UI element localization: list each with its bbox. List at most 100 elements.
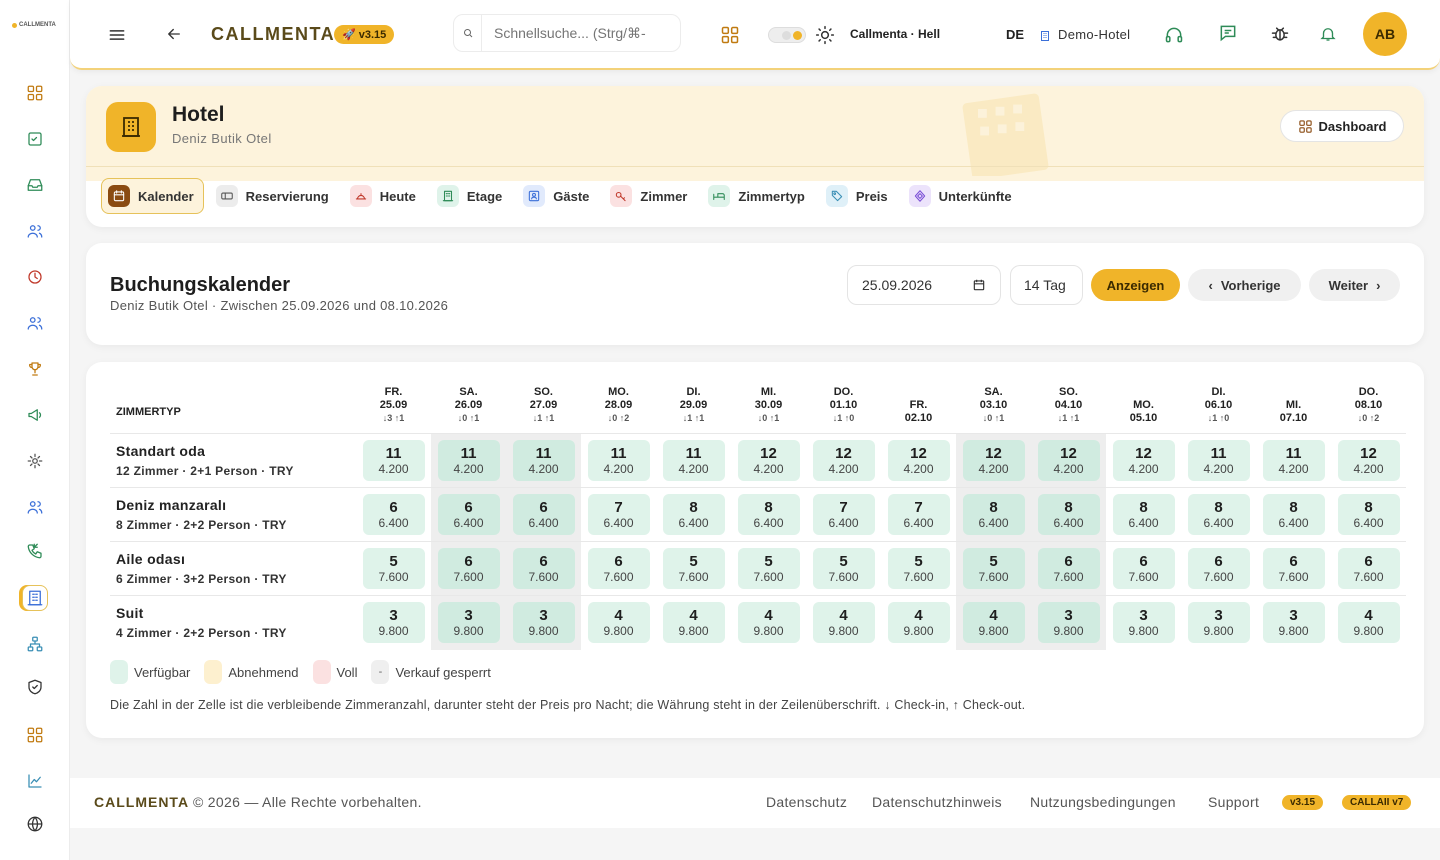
availability-cell[interactable]: 3 9.800 — [1181, 595, 1256, 650]
availability-box[interactable]: 7 6.400 — [812, 494, 875, 535]
availability-box[interactable]: 5 7.600 — [812, 548, 875, 589]
availability-box[interactable]: 12 4.200 — [887, 440, 950, 481]
availability-cell[interactable]: 11 4.200 — [431, 433, 506, 488]
tab-kalender[interactable]: Kalender — [101, 178, 204, 214]
availability-box[interactable]: 12 4.200 — [737, 440, 800, 481]
availability-cell[interactable]: 6 6.400 — [431, 487, 506, 542]
availability-cell[interactable]: 12 4.200 — [1106, 433, 1181, 488]
availability-box[interactable]: 8 6.400 — [962, 494, 1025, 535]
availability-box[interactable]: 3 9.800 — [1037, 602, 1100, 644]
availability-box[interactable]: 4 9.800 — [662, 602, 725, 644]
tab-unterkünfte[interactable]: Unterkünfte — [903, 178, 1021, 214]
footer-link-privacy[interactable]: Datenschutz — [766, 794, 847, 810]
availability-box[interactable]: 3 9.800 — [437, 602, 500, 644]
availability-box[interactable]: 11 4.200 — [512, 440, 575, 481]
availability-box[interactable]: 5 7.600 — [962, 548, 1025, 589]
availability-box[interactable]: 3 9.800 — [512, 602, 575, 644]
availability-box[interactable]: 11 4.200 — [662, 440, 725, 481]
availability-cell[interactable]: 8 6.400 — [956, 487, 1031, 542]
availability-box[interactable]: 6 7.600 — [512, 548, 575, 589]
availability-cell[interactable]: 3 9.800 — [431, 595, 506, 650]
sidebar-calls-icon[interactable] — [22, 538, 48, 564]
availability-box[interactable]: 4 9.800 — [812, 602, 875, 644]
back-arrow-icon[interactable] — [165, 25, 183, 48]
sidebar-hotel-icon[interactable] — [22, 585, 48, 611]
language-selector[interactable]: DE — [1006, 27, 1024, 42]
availability-box[interactable]: 6 6.400 — [512, 494, 575, 535]
availability-box[interactable]: 4 9.800 — [962, 602, 1025, 644]
availability-cell[interactable]: 6 7.600 — [1331, 541, 1406, 596]
availability-box[interactable]: 4 9.800 — [587, 602, 650, 644]
availability-box[interactable]: 3 9.800 — [1112, 602, 1175, 644]
availability-box[interactable]: 12 4.200 — [1112, 440, 1175, 481]
footer-link-privacy-notice[interactable]: Datenschutzhinweis — [872, 794, 1002, 810]
headset-icon[interactable] — [1164, 25, 1184, 50]
sidebar-apps-icon[interactable] — [22, 722, 48, 748]
availability-cell[interactable]: 5 7.600 — [356, 541, 431, 596]
bug-icon[interactable] — [1270, 24, 1290, 49]
availability-cell[interactable]: 6 7.600 — [1106, 541, 1181, 596]
sidebar-dashboard-icon[interactable] — [22, 80, 48, 106]
availability-cell[interactable]: 5 7.600 — [806, 541, 881, 596]
availability-cell[interactable]: 8 6.400 — [656, 487, 731, 542]
availability-box[interactable]: 8 6.400 — [1262, 494, 1325, 535]
availability-cell[interactable]: 11 4.200 — [1181, 433, 1256, 488]
availability-cell[interactable]: 6 7.600 — [1256, 541, 1331, 596]
availability-cell[interactable]: 4 9.800 — [956, 595, 1031, 650]
apps-grid-icon[interactable] — [720, 25, 740, 50]
availability-cell[interactable]: 3 9.800 — [1031, 595, 1106, 650]
availability-cell[interactable]: 11 4.200 — [581, 433, 656, 488]
sidebar-team-icon[interactable] — [22, 310, 48, 336]
availability-cell[interactable]: 8 6.400 — [1181, 487, 1256, 542]
user-avatar[interactable]: AB — [1363, 12, 1407, 56]
search-input[interactable] — [482, 25, 672, 41]
availability-cell[interactable]: 3 9.800 — [1256, 595, 1331, 650]
availability-box[interactable]: 3 9.800 — [1187, 602, 1250, 644]
availability-cell[interactable]: 8 6.400 — [731, 487, 806, 542]
availability-box[interactable]: 8 6.400 — [737, 494, 800, 535]
availability-cell[interactable]: 11 4.200 — [1256, 433, 1331, 488]
sidebar-inbox-icon[interactable] — [22, 172, 48, 198]
availability-box[interactable]: 5 7.600 — [887, 548, 950, 589]
availability-box[interactable]: 4 9.800 — [887, 602, 950, 644]
availability-cell[interactable]: 8 6.400 — [1331, 487, 1406, 542]
availability-cell[interactable]: 5 7.600 — [956, 541, 1031, 596]
footer-link-support[interactable]: Support — [1208, 794, 1259, 810]
availability-box[interactable]: 4 9.800 — [737, 602, 800, 644]
availability-box[interactable]: 8 6.400 — [662, 494, 725, 535]
availability-cell[interactable]: 12 4.200 — [1031, 433, 1106, 488]
availability-cell[interactable]: 4 9.800 — [881, 595, 956, 650]
tab-zimmertyp[interactable]: Zimmertyp — [702, 178, 813, 214]
next-button[interactable]: Weiter › — [1309, 269, 1400, 301]
availability-cell[interactable]: 8 6.400 — [1106, 487, 1181, 542]
availability-box[interactable]: 8 6.400 — [1337, 494, 1400, 535]
availability-box[interactable]: 11 4.200 — [362, 440, 425, 481]
dashboard-button[interactable]: Dashboard — [1280, 110, 1404, 142]
availability-cell[interactable]: 8 6.400 — [1256, 487, 1331, 542]
availability-cell[interactable]: 12 4.200 — [956, 433, 1031, 488]
days-input[interactable]: 14 Tag — [1010, 265, 1083, 305]
calendar-picker-icon[interactable] — [972, 278, 986, 292]
availability-cell[interactable]: 6 7.600 — [1181, 541, 1256, 596]
availability-box[interactable]: 6 7.600 — [1037, 548, 1100, 589]
availability-cell[interactable]: 6 7.600 — [506, 541, 581, 596]
availability-cell[interactable]: 4 9.800 — [1331, 595, 1406, 650]
tab-zimmer[interactable]: Zimmer — [604, 178, 696, 214]
sidebar-users-icon[interactable] — [22, 218, 48, 244]
notification-bell-icon[interactable] — [1319, 25, 1337, 48]
sidebar-analytics-icon[interactable] — [22, 768, 48, 794]
theme-label[interactable]: Callmenta · Hell — [850, 27, 940, 41]
availability-box[interactable]: 6 7.600 — [437, 548, 500, 589]
sidebar-settings-icon[interactable] — [22, 448, 48, 474]
availability-box[interactable]: 11 4.200 — [1187, 440, 1250, 481]
sidebar-megaphone-icon[interactable] — [22, 402, 48, 428]
previous-button[interactable]: ‹ Vorherige — [1188, 269, 1301, 301]
availability-box[interactable]: 6 7.600 — [1262, 548, 1325, 589]
availability-box[interactable]: 11 4.200 — [587, 440, 650, 481]
app-logo[interactable]: CALLMENTA — [12, 22, 56, 28]
availability-box[interactable]: 3 9.800 — [1262, 602, 1325, 644]
tab-gäste[interactable]: Gäste — [517, 178, 598, 214]
availability-box[interactable]: 12 4.200 — [1337, 440, 1400, 481]
sidebar-guests-icon[interactable] — [22, 494, 48, 520]
availability-box[interactable]: 12 4.200 — [1037, 440, 1100, 481]
